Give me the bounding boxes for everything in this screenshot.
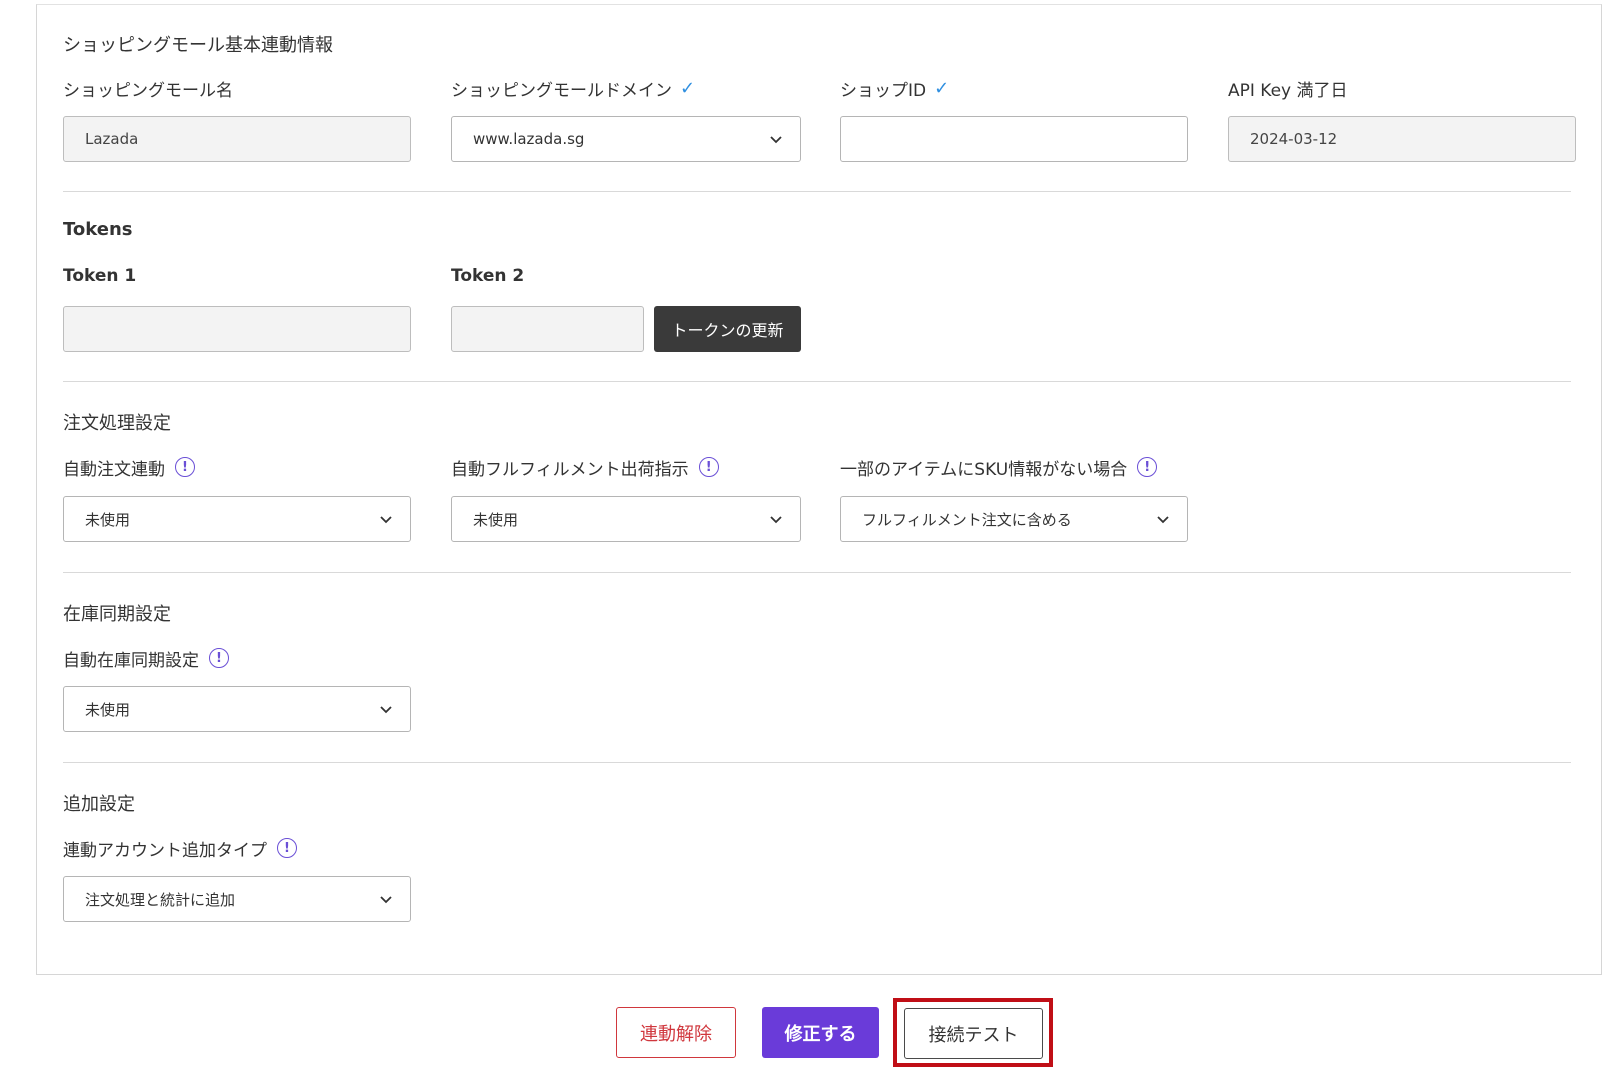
api-key-label: API Key 満了日 (1228, 80, 1348, 101)
domain-select[interactable]: www.lazada.sg (451, 116, 801, 162)
chevron-down-icon (380, 896, 392, 904)
chevron-down-icon (380, 706, 392, 714)
account-type-select[interactable]: 注文処理と統計に追加 (63, 876, 411, 922)
token2-label: Token 2 (451, 266, 525, 286)
token2-field[interactable] (451, 306, 644, 352)
no-sku-label: 一部のアイテムにSKU情報がない場合 ! (840, 455, 1158, 480)
info-icon[interactable]: ! (277, 838, 297, 858)
token1-field[interactable] (63, 306, 411, 352)
chevron-down-icon (380, 516, 392, 524)
edit-button[interactable]: 修正する (762, 1007, 879, 1058)
mall-name-label: ショッピングモール名 (63, 80, 233, 101)
check-icon: ✓ (680, 77, 696, 99)
extra-section-title: 追加設定 (63, 794, 135, 815)
token1-label: Token 1 (63, 266, 137, 286)
info-icon[interactable]: ! (1137, 457, 1158, 477)
auto-order-select[interactable]: 未使用 (63, 496, 411, 542)
shop-id-input[interactable] (840, 116, 1188, 162)
account-type-label: 連動アカウント追加タイプ ! (63, 836, 297, 861)
tokens-section-title: Tokens (63, 219, 133, 240)
auto-order-label: 自動注文連動 ! (63, 455, 195, 480)
check-icon: ✓ (934, 77, 950, 99)
domain-label: ショッピングモールドメイン ✓ (451, 77, 696, 101)
integration-settings-panel: ショッピングモール基本連動情報 ショッピングモール名 Lazada ショッピング… (36, 4, 1602, 975)
auto-fulfillment-select[interactable]: 未使用 (451, 496, 801, 542)
divider (63, 762, 1571, 763)
auto-stock-label: 自動在庫同期設定 ! (63, 646, 229, 671)
info-icon[interactable]: ! (209, 648, 229, 668)
info-icon[interactable]: ! (175, 457, 195, 477)
api-key-expiry-field[interactable]: 2024-03-12 (1228, 116, 1576, 162)
divider (63, 191, 1571, 192)
unlink-button[interactable]: 連動解除 (616, 1007, 736, 1058)
divider (63, 381, 1571, 382)
connection-test-button[interactable]: 接続テスト (904, 1008, 1043, 1059)
order-section-title: 注文処理設定 (63, 413, 171, 434)
no-sku-select[interactable]: フルフィルメント注文に含める (840, 496, 1188, 542)
chevron-down-icon (770, 516, 782, 524)
info-icon[interactable]: ! (698, 457, 719, 477)
divider (63, 572, 1571, 573)
shop-id-label: ショップID ✓ (840, 77, 950, 101)
refresh-token-button[interactable]: トークンの更新 (654, 306, 801, 352)
basic-section-title: ショッピングモール基本連動情報 (63, 35, 333, 56)
auto-fulfillment-label: 自動フルフィルメント出荷指示 ! (451, 455, 719, 480)
stock-section-title: 在庫同期設定 (63, 604, 171, 625)
chevron-down-icon (770, 136, 782, 144)
mall-name-field[interactable]: Lazada (63, 116, 411, 162)
auto-stock-select[interactable]: 未使用 (63, 686, 411, 732)
chevron-down-icon (1157, 516, 1169, 524)
